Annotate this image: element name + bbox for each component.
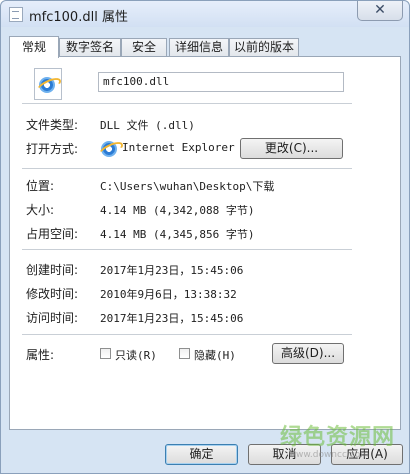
- tab-details[interactable]: 详细信息: [169, 38, 229, 56]
- hidden-label[interactable]: 隐藏(H): [194, 347, 236, 363]
- window-title: mfc100.dll 属性: [29, 10, 128, 25]
- size-on-disk-label: 占用空间:: [26, 227, 79, 241]
- modified-label: 修改时间:: [26, 287, 79, 301]
- divider: [22, 334, 352, 335]
- file-icon: [34, 68, 62, 100]
- tab-digital-signatures[interactable]: 数字签名: [59, 38, 121, 56]
- created-label: 创建时间:: [26, 263, 79, 277]
- accessed-value: 2017年1月23日，15:45:06: [100, 312, 244, 325]
- title-bar[interactable]: mfc100.dll 属性 ✕: [1, 1, 409, 27]
- readonly-checkbox[interactable]: [100, 348, 111, 359]
- attributes-label: 属性:: [26, 348, 55, 362]
- hidden-checkbox[interactable]: [179, 348, 190, 359]
- ok-button[interactable]: 确定: [165, 444, 238, 465]
- close-button[interactable]: ✕: [357, 1, 403, 21]
- watermark-text: 绿色资源网: [279, 425, 395, 450]
- modified-value: 2010年9月6日，13:38:32: [100, 288, 237, 301]
- opens-with-label: 打开方式:: [26, 142, 79, 156]
- divider: [22, 168, 352, 169]
- advanced-button[interactable]: 高级(D)...: [272, 343, 344, 364]
- size-label: 大小:: [26, 203, 55, 217]
- location-value: C:\Users\wuhan\Desktop\下载: [100, 180, 275, 193]
- size-on-disk-value: 4.14 MB (4,345,856 字节): [100, 228, 255, 241]
- opens-with-value: Internet Explorer: [122, 141, 235, 154]
- properties-window: mfc100.dll 属性 ✕ 常规 数字签名 安全 详细信息 以前的版本 mf…: [0, 0, 410, 474]
- tab-security[interactable]: 安全: [121, 38, 167, 56]
- file-type-label: 文件类型:: [26, 118, 79, 132]
- ie-file-icon: [39, 77, 55, 93]
- divider: [22, 249, 352, 250]
- general-panel: mfc100.dll 文件类型: DLL 文件 (.dll) 打开方式: Int…: [9, 56, 401, 430]
- file-name-field[interactable]: mfc100.dll: [98, 72, 344, 92]
- file-properties-icon: [9, 7, 23, 22]
- divider: [22, 103, 352, 104]
- location-label: 位置:: [26, 179, 55, 193]
- ie-icon: [101, 141, 117, 157]
- file-type-value: DLL 文件 (.dll): [100, 119, 195, 132]
- size-value: 4.14 MB (4,342,088 字节): [100, 204, 255, 217]
- tab-previous-versions[interactable]: 以前的版本: [229, 38, 299, 56]
- accessed-label: 访问时间:: [26, 311, 79, 325]
- tab-general[interactable]: 常规: [9, 36, 59, 58]
- created-value: 2017年1月23日，15:45:06: [100, 264, 244, 277]
- tab-strip: 常规 数字签名 安全 详细信息 以前的版本: [9, 36, 401, 58]
- change-button[interactable]: 更改(C)...: [240, 138, 343, 159]
- watermark-url: www.downcc.com: [288, 450, 369, 460]
- readonly-label[interactable]: 只读(R): [115, 347, 157, 363]
